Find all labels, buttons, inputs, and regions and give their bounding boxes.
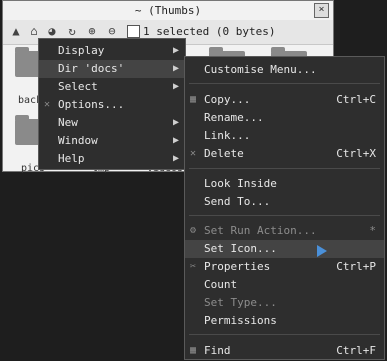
menu-separator xyxy=(189,83,380,84)
menu-item-send-to[interactable]: Send To... xyxy=(185,193,384,211)
bookmarks-icon[interactable]: ◕ xyxy=(45,24,59,38)
menu-item-window[interactable]: Window ▶ xyxy=(39,132,185,150)
run-action-icon: ⚙ xyxy=(190,225,197,236)
up-icon[interactable]: ▲ xyxy=(9,24,23,38)
chevron-right-icon: ▶ xyxy=(172,153,179,164)
home-icon[interactable]: ⌂ xyxy=(27,24,41,38)
mouse-pointer-icon xyxy=(317,245,327,257)
menu-item-properties[interactable]: ✂ Properties Ctrl+P xyxy=(185,258,384,276)
menu-item-rename[interactable]: Rename... xyxy=(185,109,384,127)
menu-item-set-icon[interactable]: Set Icon... xyxy=(185,240,384,258)
chevron-right-icon: ▶ xyxy=(172,45,179,56)
zoom-in-icon[interactable]: ⊕ xyxy=(85,24,99,38)
menu-separator xyxy=(189,334,380,335)
window-titlebar[interactable]: ~ (Thumbs) × xyxy=(3,1,333,21)
menu-item-new[interactable]: New ▶ xyxy=(39,114,185,132)
chevron-right-icon: ▶ xyxy=(172,63,179,74)
menu-item-display[interactable]: Display ▶ xyxy=(39,42,185,60)
chevron-right-icon: ▶ xyxy=(172,117,179,128)
select-checkbox[interactable] xyxy=(127,25,140,38)
menu-item-copy[interactable]: ▦ Copy... Ctrl+C xyxy=(185,91,384,109)
selection-status: 1 selected (0 bytes) xyxy=(143,25,276,38)
close-button[interactable]: × xyxy=(314,3,329,18)
menu-separator xyxy=(189,215,380,216)
menu-item-look-inside[interactable]: Look Inside xyxy=(185,175,384,193)
dir-submenu: Customise Menu... ▦ Copy... Ctrl+C Renam… xyxy=(184,56,385,360)
copy-icon: ▦ xyxy=(190,94,197,105)
menu-item-customise[interactable]: Customise Menu... xyxy=(185,61,384,79)
chevron-right-icon: ▶ xyxy=(172,81,179,92)
window-title: ~ (Thumbs) xyxy=(134,4,202,17)
menu-item-find[interactable]: ▦ Find Ctrl+F xyxy=(185,342,384,360)
refresh-icon[interactable]: ↻ xyxy=(65,24,79,38)
menu-item-count[interactable]: Count xyxy=(185,276,384,294)
menu-separator xyxy=(189,168,380,169)
find-icon: ▦ xyxy=(190,345,197,356)
menu-item-set-type[interactable]: Set Type... xyxy=(185,294,384,312)
delete-icon: ✕ xyxy=(190,148,197,159)
menu-item-set-run-action[interactable]: ⚙ Set Run Action... * xyxy=(185,222,384,240)
menu-item-select[interactable]: Select ▶ xyxy=(39,78,185,96)
options-icon: ✕ xyxy=(44,99,51,110)
menu-item-link[interactable]: Link... xyxy=(185,127,384,145)
main-menu: Display ▶ Dir 'docs' ▶ Select ▶ ✕ Option… xyxy=(38,38,186,170)
properties-icon: ✂ xyxy=(190,261,197,272)
menu-item-options[interactable]: ✕ Options... xyxy=(39,96,185,114)
menu-item-delete[interactable]: ✕ Delete Ctrl+X xyxy=(185,145,384,163)
menu-item-dir[interactable]: Dir 'docs' ▶ xyxy=(39,60,185,78)
zoom-out-icon[interactable]: ⊖ xyxy=(105,24,119,38)
chevron-right-icon: ▶ xyxy=(172,135,179,146)
menu-item-permissions[interactable]: Permissions xyxy=(185,312,384,330)
menu-item-help[interactable]: Help ▶ xyxy=(39,150,185,168)
